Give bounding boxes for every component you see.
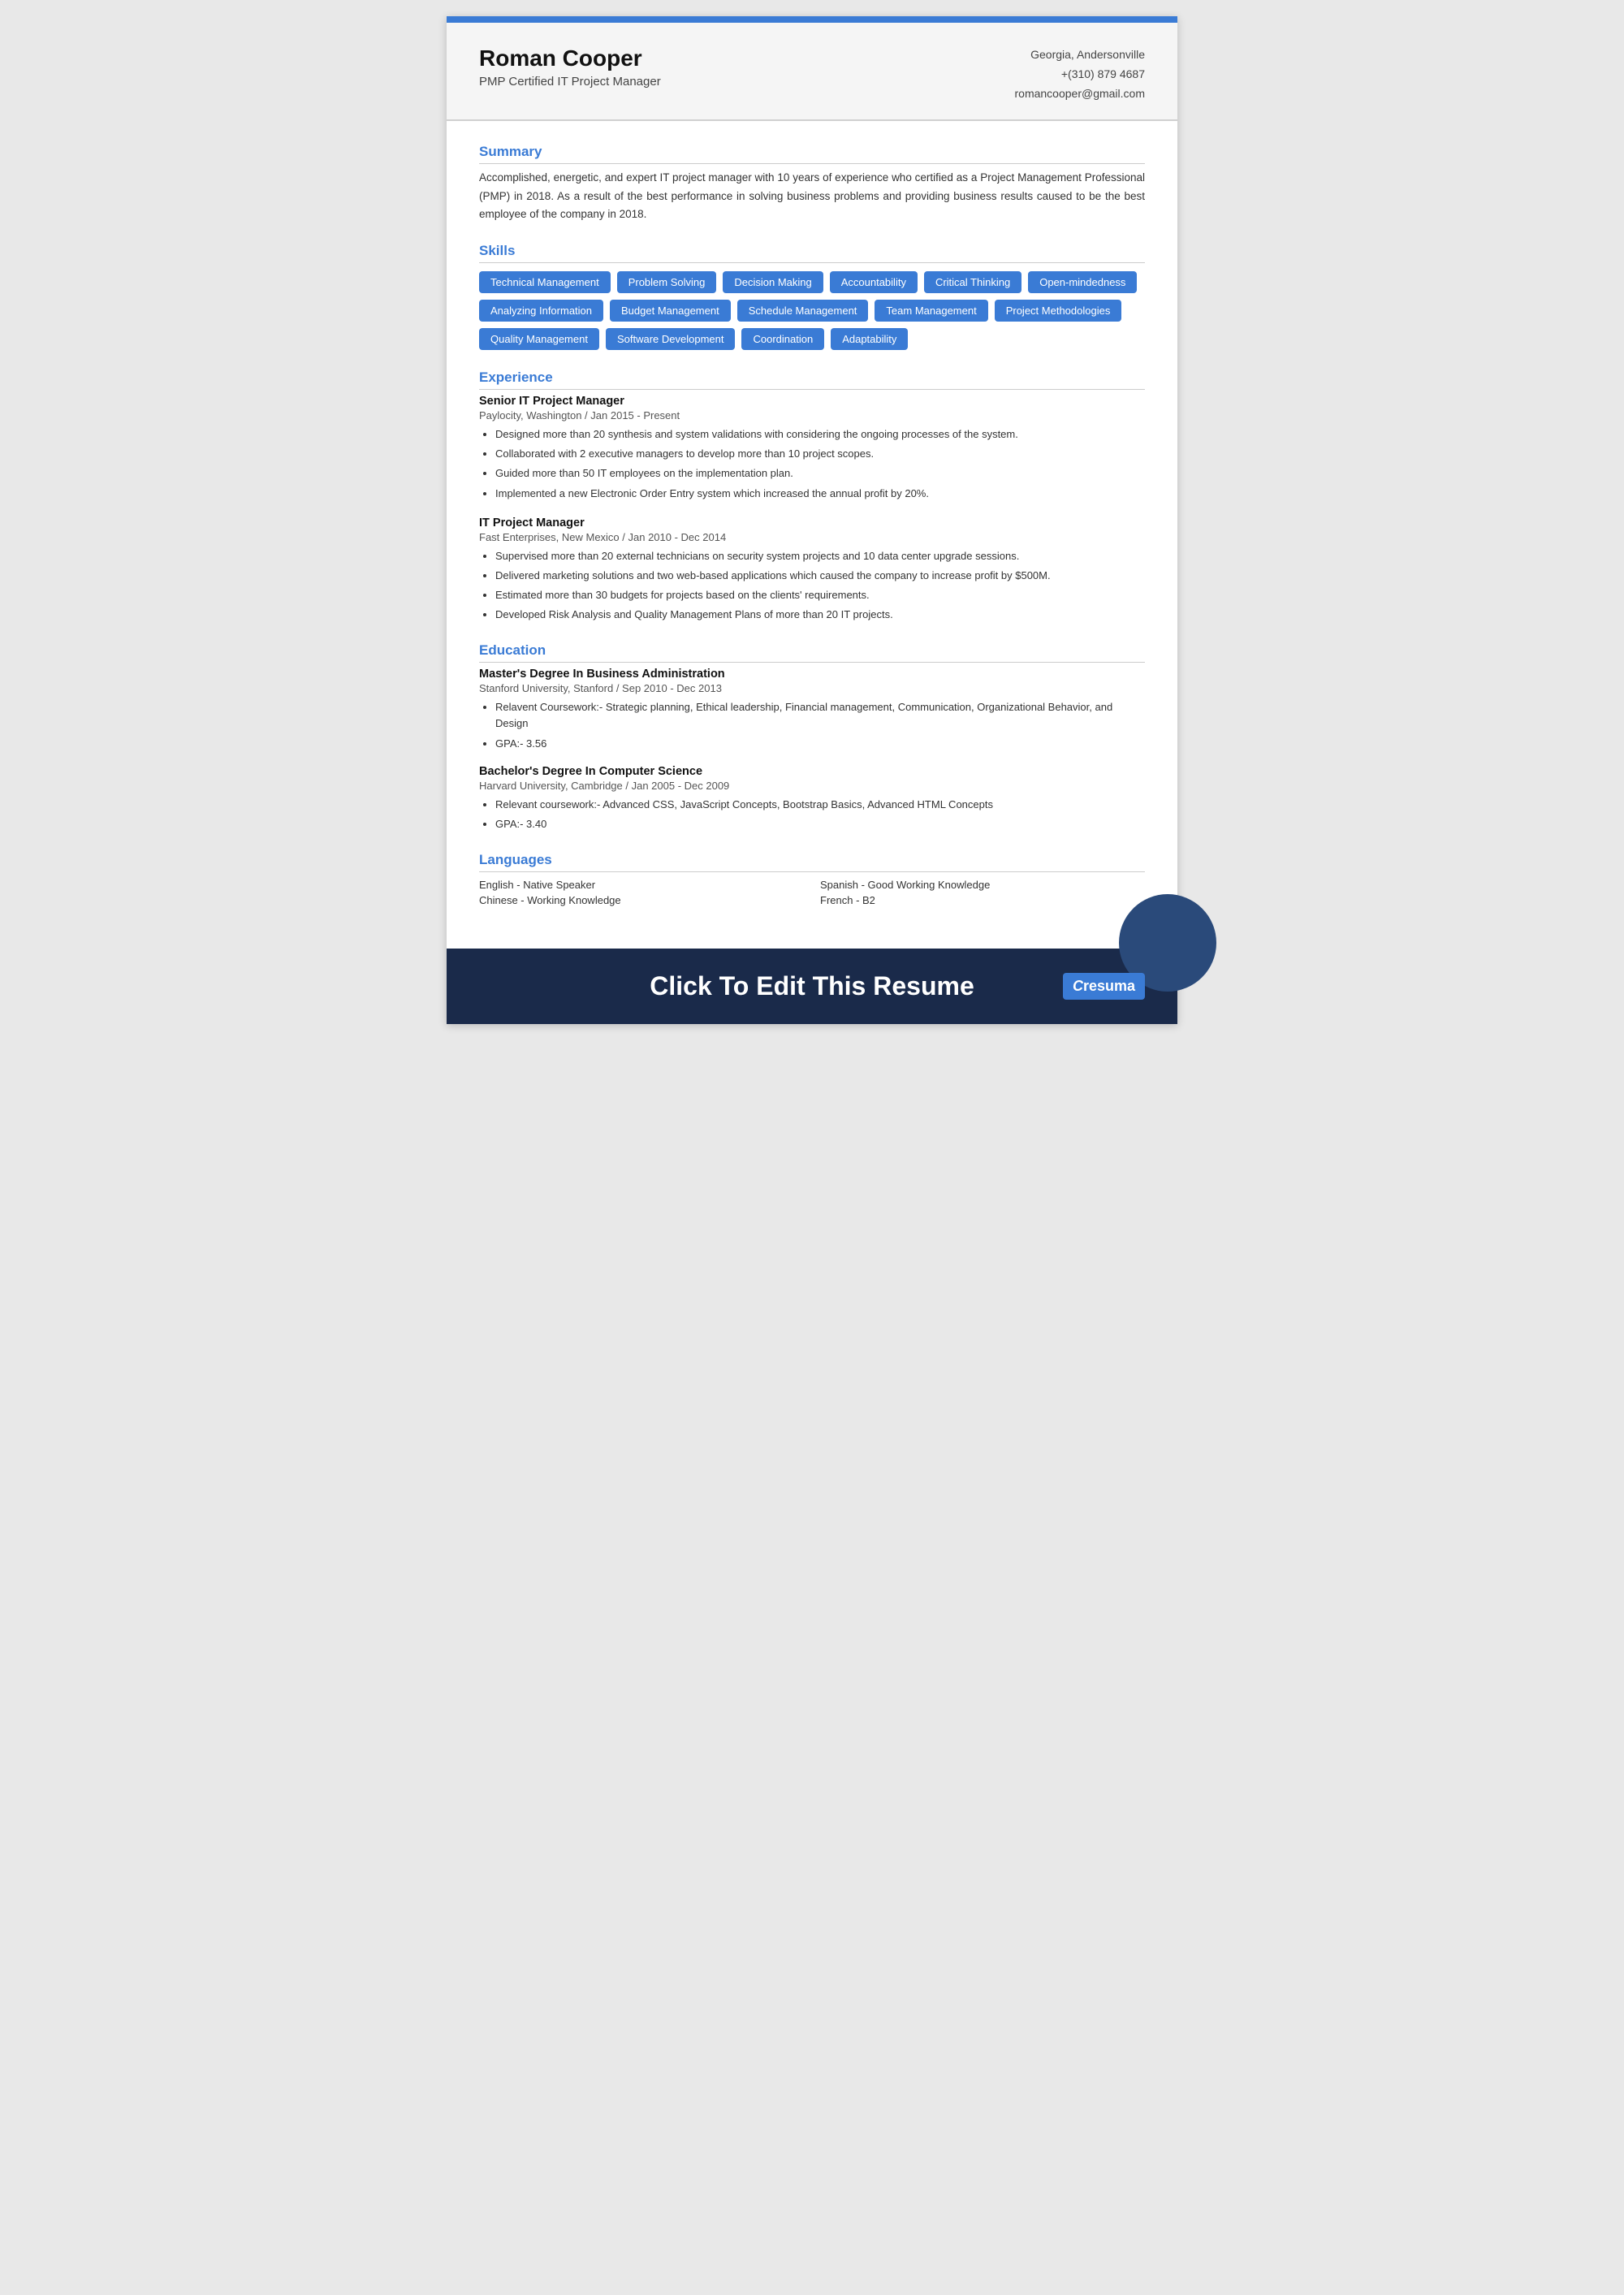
- edu-school: Harvard University, Cambridge / Jan 2005…: [479, 780, 1145, 792]
- exp-bullet: Guided more than 50 IT employees on the …: [495, 465, 1145, 482]
- skill-tag: Critical Thinking: [924, 271, 1021, 293]
- exp-bullet: Supervised more than 20 external technic…: [495, 548, 1145, 564]
- skills-section: Skills Technical Management Problem Solvi…: [479, 243, 1145, 350]
- skills-grid: Technical Management Problem Solving Decis…: [479, 271, 1145, 350]
- education-item: Master's Degree In Business Administrati…: [479, 668, 1145, 751]
- edu-bullet: GPA:- 3.56: [495, 736, 1145, 752]
- skill-tag: Technical Management: [479, 271, 611, 293]
- skill-tag: Adaptability: [831, 328, 908, 350]
- skill-tag: Quality Management: [479, 328, 599, 350]
- education-section: Education Master's Degree In Business Ad…: [479, 642, 1145, 832]
- experience-section: Experience Senior IT Project ManagerPayl…: [479, 370, 1145, 623]
- candidate-name: Roman Cooper: [479, 45, 661, 71]
- exp-bullet: Designed more than 20 synthesis and syst…: [495, 426, 1145, 443]
- edu-bullets: Relevant coursework:- Advanced CSS, Java…: [479, 797, 1145, 832]
- education-title: Education: [479, 642, 1145, 663]
- exp-company: Paylocity, Washington / Jan 2015 - Prese…: [479, 409, 1145, 421]
- education-list: Master's Degree In Business Administrati…: [479, 668, 1145, 832]
- header-phone: +(310) 879 4687: [1015, 65, 1146, 84]
- exp-bullets: Designed more than 20 synthesis and syst…: [479, 426, 1145, 502]
- languages-title: Languages: [479, 852, 1145, 872]
- footer-cta[interactable]: Click To Edit This Resume Cresuma: [447, 949, 1177, 1024]
- logo-text: resuma: [1083, 978, 1135, 994]
- edu-degree: Bachelor's Degree In Computer Science: [479, 765, 1145, 778]
- skill-tag: Decision Making: [723, 271, 823, 293]
- header-left: Roman Cooper PMP Certified IT Project Ma…: [479, 45, 661, 89]
- exp-bullet: Developed Risk Analysis and Quality Mana…: [495, 607, 1145, 623]
- edu-bullet: Relavent Coursework:- Strategic planning…: [495, 699, 1145, 732]
- exp-bullet: Estimated more than 30 budgets for proje…: [495, 587, 1145, 603]
- skill-tag: Software Development: [606, 328, 736, 350]
- skill-tag: Problem Solving: [617, 271, 717, 293]
- exp-bullet: Collaborated with 2 executive managers t…: [495, 446, 1145, 462]
- summary-text: Accomplished, energetic, and expert IT p…: [479, 169, 1145, 223]
- top-accent-bar: [447, 16, 1177, 23]
- skills-title: Skills: [479, 243, 1145, 263]
- experience-title: Experience: [479, 370, 1145, 390]
- language-item: English - Native Speaker: [479, 879, 804, 891]
- edu-bullet: GPA:- 3.40: [495, 816, 1145, 832]
- exp-bullet: Delivered marketing solutions and two we…: [495, 568, 1145, 584]
- skill-tag: Schedule Management: [737, 300, 869, 322]
- education-item: Bachelor's Degree In Computer Science Har…: [479, 765, 1145, 832]
- skill-tag: Project Methodologies: [995, 300, 1122, 322]
- resume-header: Roman Cooper PMP Certified IT Project Ma…: [447, 23, 1177, 121]
- edu-school: Stanford University, Stanford / Sep 2010…: [479, 682, 1145, 694]
- cta-text: Click To Edit This Resume: [650, 971, 974, 1001]
- experience-item: IT Project Manager Fast Enterprises, New …: [479, 516, 1145, 624]
- experience-list: Senior IT Project ManagerPaylocity, Wash…: [479, 395, 1145, 623]
- edu-bullet: Relevant coursework:- Advanced CSS, Java…: [495, 797, 1145, 813]
- experience-item: Senior IT Project ManagerPaylocity, Wash…: [479, 395, 1145, 502]
- exp-bullet: Implemented a new Electronic Order Entry…: [495, 486, 1145, 502]
- edu-degree: Master's Degree In Business Administrati…: [479, 668, 1145, 681]
- header-contact: Georgia, Andersonville +(310) 879 4687 r…: [1015, 45, 1146, 103]
- header-location: Georgia, Andersonville: [1015, 45, 1146, 65]
- exp-job-title: Senior IT Project Manager: [479, 395, 1145, 408]
- languages-grid: English - Native Speaker Spanish - Good W…: [479, 879, 1145, 906]
- skill-tag: Accountability: [830, 271, 918, 293]
- exp-company: Fast Enterprises, New Mexico / Jan 2010 …: [479, 531, 1145, 543]
- skill-tag: Budget Management: [610, 300, 731, 322]
- exp-bullets: Supervised more than 20 external technic…: [479, 548, 1145, 624]
- language-item: French - B2: [820, 894, 1145, 906]
- header-email: romancooper@gmail.com: [1015, 84, 1146, 104]
- resume-page: Roman Cooper PMP Certified IT Project Ma…: [447, 16, 1177, 1024]
- resume-content: Summary Accomplished, energetic, and exp…: [447, 121, 1177, 949]
- languages-section: Languages English - Native Speaker Spanis…: [479, 852, 1145, 906]
- exp-job-title: IT Project Manager: [479, 516, 1145, 529]
- skill-tag: Team Management: [875, 300, 987, 322]
- summary-title: Summary: [479, 144, 1145, 164]
- summary-section: Summary Accomplished, energetic, and exp…: [479, 144, 1145, 223]
- language-item: Spanish - Good Working Knowledge: [820, 879, 1145, 891]
- skill-tag: Coordination: [741, 328, 824, 350]
- skill-tag: Open-mindedness: [1028, 271, 1137, 293]
- edu-bullets: Relavent Coursework:- Strategic planning…: [479, 699, 1145, 751]
- logo-icon: C: [1073, 978, 1083, 994]
- language-item: Chinese - Working Knowledge: [479, 894, 804, 906]
- footer-logo: Cresuma: [1063, 973, 1145, 1000]
- skill-tag: Analyzing Information: [479, 300, 603, 322]
- candidate-title: PMP Certified IT Project Manager: [479, 75, 661, 89]
